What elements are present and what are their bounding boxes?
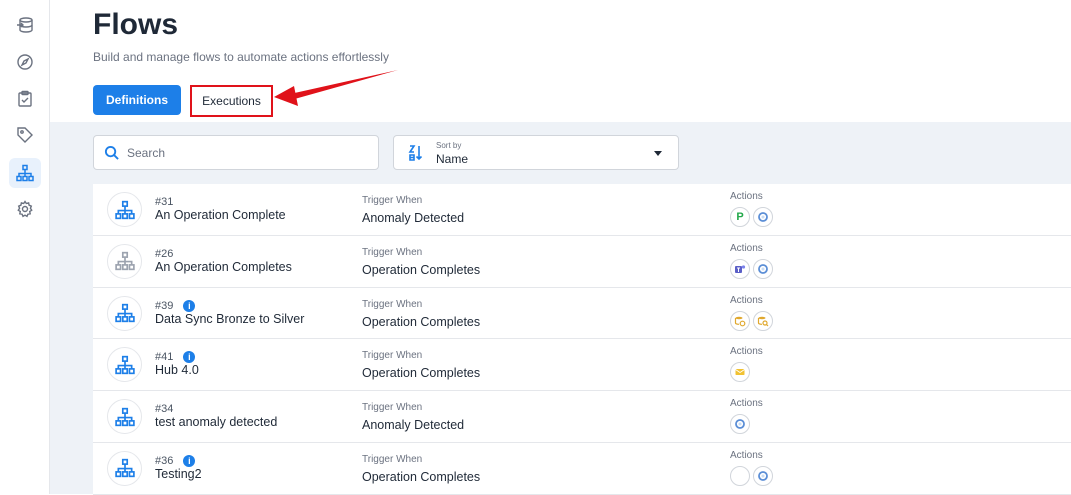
flow-icon [107,192,142,227]
qualytics-icon [730,414,750,434]
flow-icon [107,399,142,434]
flow-name: test anomaly detected [155,415,277,429]
flow-id: #39 [155,300,173,312]
flow-id: #41 [155,351,173,363]
trigger-value: Operation Completes [362,263,480,277]
info-icon[interactable]: i [183,351,195,363]
qualytics-icon [753,466,773,486]
sort-select[interactable]: Sort by Name [393,135,679,170]
tags-icon[interactable] [9,120,41,150]
search-input[interactable] [127,146,347,160]
flow-id-wrap: #39 i [155,300,195,312]
search-icon [104,145,119,160]
flow-row[interactable]: #41 iHub 4.0 Trigger When Operation Complet… [93,339,1071,391]
email-icon [730,362,750,382]
settings-icon[interactable] [9,194,41,224]
flow-icon [107,244,142,279]
flow-id-wrap: #34 [155,403,173,415]
actions-label: Actions [730,450,763,461]
flow-id: #34 [155,403,173,415]
sort-label: Sort by [436,141,461,150]
action-icons [730,362,750,382]
pagerduty-icon: P [730,207,750,227]
content-area: Sort by Name #31An Operation Complete Tri… [50,122,1071,494]
actions-label: Actions [730,191,763,202]
source-datastores-icon[interactable] [9,10,41,40]
info-icon[interactable]: i [183,455,195,467]
datastore-sync-icon [730,311,750,331]
trigger-label: Trigger When [362,299,422,310]
page-title: Flows [93,8,178,42]
action-icons [730,414,750,434]
flow-icon [107,296,142,331]
checklist-icon[interactable] [9,84,41,114]
actions-label: Actions [730,346,763,357]
action-icons: P [730,207,773,227]
flow-name: An Operation Completes [155,260,292,274]
qualytics-icon [753,207,773,227]
info-icon[interactable]: i [183,300,195,312]
flow-id-wrap: #36 i [155,455,195,467]
trigger-value: Operation Completes [362,366,480,380]
tab-definitions[interactable]: Definitions [93,85,181,115]
sort-az-icon [408,144,424,162]
flow-row[interactable]: #26An Operation Completes Trigger When Ope… [93,236,1071,288]
flow-id: #36 [155,455,173,467]
actions-label: Actions [730,295,763,306]
flow-icon [107,451,142,486]
flow-id-wrap: #26 [155,248,173,260]
flow-list: #31An Operation Complete Trigger When Anom… [93,184,1071,495]
flow-id-wrap: #41 i [155,351,195,363]
flow-row[interactable]: #31An Operation Complete Trigger When Anom… [93,184,1071,236]
flow-id: #26 [155,248,173,260]
flow-name: Testing2 [155,467,202,481]
actions-label: Actions [730,243,763,254]
qualytics-icon [753,259,773,279]
page-subtitle: Build and manage flows to automate actio… [93,50,389,64]
search-box [93,135,379,170]
trigger-label: Trigger When [362,402,422,413]
trigger-label: Trigger When [362,350,422,361]
trigger-value: Anomaly Detected [362,418,464,432]
flow-name: Data Sync Bronze to Silver [155,312,304,326]
chevron-down-icon [654,151,662,156]
trigger-label: Trigger When [362,247,422,258]
action-icons [730,466,773,486]
sidebar [0,0,50,494]
flow-icon [107,347,142,382]
action-icons [730,311,773,331]
explore-icon[interactable] [9,47,41,77]
flow-id-wrap: #31 [155,196,173,208]
flow-name: An Operation Complete [155,208,286,222]
trigger-value: Anomaly Detected [362,211,464,225]
action-icons [730,259,773,279]
page-header: Flows Build and manage flows to automate… [50,0,1071,122]
flows-icon[interactable] [9,158,41,188]
flow-row[interactable]: #34test anomaly detected Trigger When Anom… [93,391,1071,443]
annotation-arrow [270,64,400,109]
flow-row[interactable]: #36 iTesting2 Trigger When Operation Comple… [93,443,1071,495]
flow-row[interactable]: #39 iData Sync Bronze to Silver Trigger Wh… [93,288,1071,340]
empty-action-icon [730,466,750,486]
trigger-value: Operation Completes [362,470,480,484]
trigger-label: Trigger When [362,454,422,465]
actions-label: Actions [730,398,763,409]
flow-name: Hub 4.0 [155,363,199,377]
flow-id: #31 [155,196,173,208]
tab-executions[interactable]: Executions [190,85,273,117]
teams-icon [730,259,750,279]
trigger-label: Trigger When [362,195,422,206]
sort-value: Name [436,152,468,166]
trigger-value: Operation Completes [362,315,480,329]
datastore-search-icon [753,311,773,331]
